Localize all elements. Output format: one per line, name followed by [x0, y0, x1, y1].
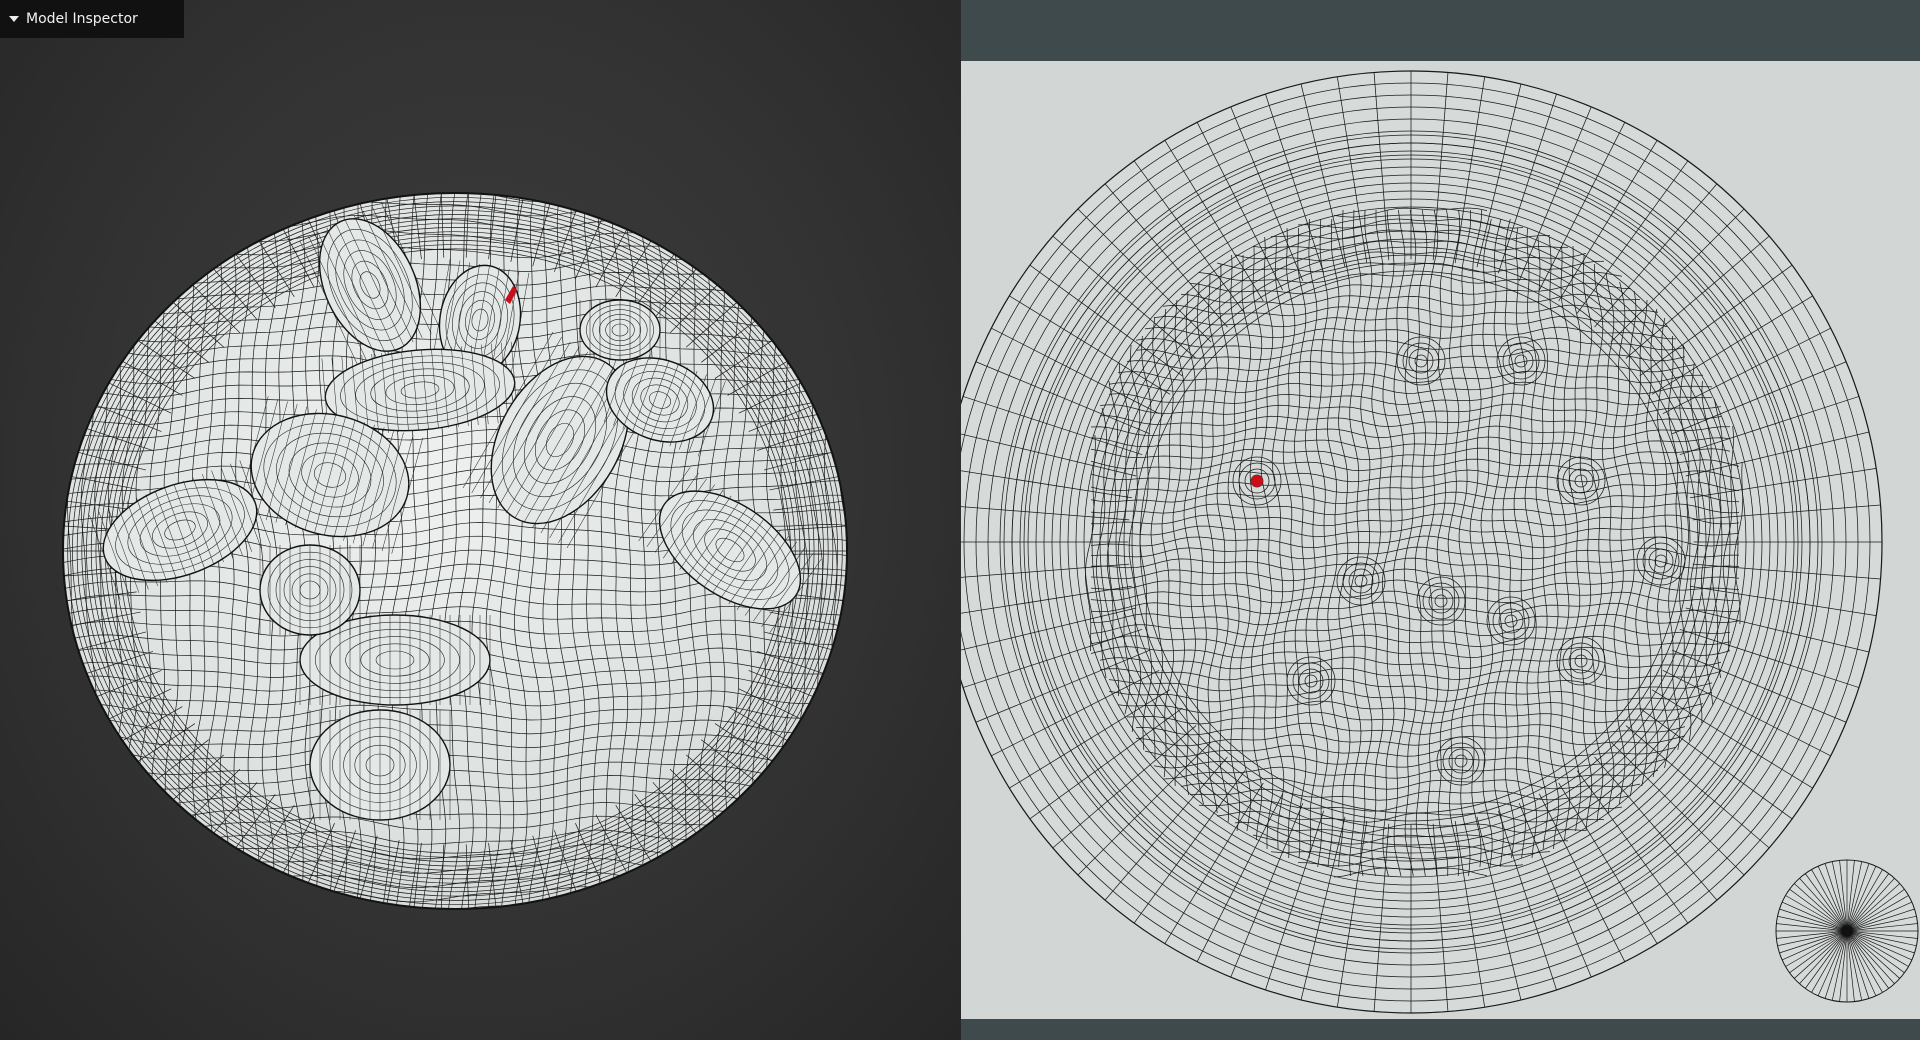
- mesh-3d-render[interactable]: [0, 0, 961, 1040]
- caret-down-icon[interactable]: [9, 16, 19, 22]
- uv-selected-vertex[interactable]: [1251, 475, 1263, 487]
- uv-layout[interactable]: [961, 61, 1920, 1019]
- uv-canvas[interactable]: [961, 61, 1920, 1019]
- 3d-viewport[interactable]: Model Inspector: [0, 0, 961, 1040]
- model-inspector-title: Model Inspector: [26, 11, 138, 27]
- model-inspector-header[interactable]: Model Inspector: [0, 0, 184, 38]
- uv-editor-panel[interactable]: [961, 0, 1920, 1040]
